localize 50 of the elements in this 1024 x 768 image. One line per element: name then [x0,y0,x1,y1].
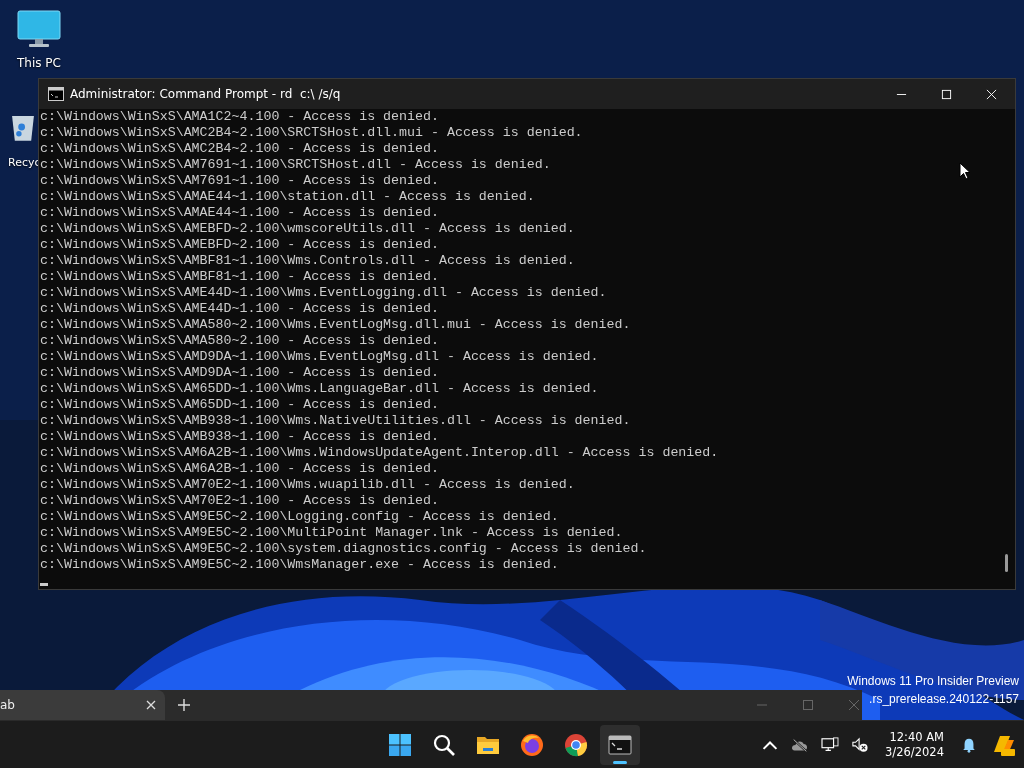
terminal-icon [48,87,64,101]
console-line: c:\Windows\WinSxS\AMA1C2~4.100 - Access is denied. [40,109,440,125]
console-line: c:\Windows\WinSxS\AME44D~1.100\Wms.EventLogging.dll - Access is denied. [40,285,608,301]
taskbar-app[interactable] [600,724,640,765]
console-line: c:\Windows\WinSxS\AMA580~2.100\Wms.EventLogMsg.dll.mui - Access is denied. [40,317,632,333]
chrome-icon [564,732,588,757]
console-line: c:\Windows\WinSxS\AM65DD~1.100 - Access is denied. [40,397,440,413]
scrollbar-thumb[interactable] [1005,554,1008,572]
console-line: c:\Windows\WinSxS\AMBF81~1.100 - Access is denied. [40,269,440,285]
mouse-pointer-icon [959,162,971,180]
terminal-icon [608,732,632,757]
muted-speaker-icon[interactable] [851,736,870,753]
cloud-off-icon[interactable] [791,736,810,753]
console-line: c:\Windows\WinSxS\AM7691~1.100\SRCTSHost.dll - Access is denied. [40,157,552,173]
console-line: c:\Windows\WinSxS\AMB938~1.100\Wms.NativeUtilities.dll - Access is denied. [40,413,632,429]
console-line: c:\Windows\WinSxS\AMEBFD~2.100 - Access is denied. [40,237,440,253]
console-line: c:\Windows\WinSxS\AMC2B4~2.100 - Access is denied. [40,141,440,157]
console-line: c:\Windows\WinSxS\AMBF81~1.100\Wms.Controls.dll - Access is denied. [40,253,576,269]
console-line: c:\Windows\WinSxS\AMAE44~1.100\station.dll - Access is denied. [40,189,536,205]
console-line: c:\Windows\WinSxS\AM6A2B~1.100\Wms.WindowsUpdateAgent.Interop.dll - Access is denied. [40,445,719,461]
console-line: c:\Windows\WinSxS\AMAE44~1.100 - Access is denied. [40,205,440,221]
monitor-icon[interactable] [17,10,61,50]
console-line: c:\Windows\WinSxS\AM7691~1.100 - Access is denied. [40,173,440,189]
console-line: c:\Windows\WinSxS\AM9E5C~2.100\WmsManager.exe - Access is denied. [40,557,560,573]
search-icon [432,732,456,757]
console-line: c:\Windows\WinSxS\AM65DD~1.100\Wms.LanguageBar.dll - Access is denied. [40,381,600,397]
console-line: c:\Windows\WinSxS\AME44D~1.100 - Access is denied. [40,301,440,317]
browser-icon [520,732,544,757]
console-line: c:\Windows\WinSxS\AM9E5C~2.100\system.diagnostics.config - Access is denied. [40,541,648,557]
console-line: c:\Windows\WinSxS\AM6A2B~1.100 - Access is denied. [40,461,440,477]
console-line: c:\Windows\WinSxS\AM70E2~1.100 - Access is denied. [40,493,440,509]
console-line: c:\Windows\WinSxS\AM9E5C~2.100\MultiPoint Manager.lnk - Access is denied. [40,525,624,541]
console-line: c:\Windows\WinSxS\AM9E5C~2.100\Logging.config - Access is denied. [40,509,560,525]
windows-logo-icon [388,732,412,757]
console-line: c:\Windows\WinSxS\AMEBFD~2.100\wmscoreUtils.dll - Access is denied. [40,221,576,237]
clock[interactable]: 12:40 AM 3/26/2024 [885,729,944,760]
watermark-text: Windows 11 Pro Insider Preview [847,673,1019,689]
console-line: c:\Windows\WinSxS\AM70E2~1.100\Wms.wuapilib.dll - Access is denied. [40,477,576,493]
text-cursor [40,583,48,586]
desktop-icon-label[interactable]: This PC [17,56,61,70]
network-icon[interactable] [821,736,840,753]
console-line: c:\Windows\WinSxS\AMD9DA~1.100\Wms.EventLogMsg.dll - Access is denied. [40,349,600,365]
console-line: c:\Windows\WinSxS\AMD9DA~1.100 - Access is denied. [40,365,440,381]
console-line: c:\Windows\WinSxS\AMC2B4~2.100\SRCTSHost.dll.mui - Access is denied. [40,125,584,141]
plus-icon[interactable] [178,699,190,711]
browser-tab[interactable]: ab [0,690,165,720]
console-line: c:\Windows\WinSxS\AMA580~2.100 - Access is denied. [40,333,440,349]
watermark-text: .rs_prerelease.240122-1157 [869,691,1019,707]
console-line: c:\Windows\WinSxS\AMB938~1.100 - Access is denied. [40,429,440,445]
window-title: Administrator: Command Prompt - rd c:\ /s/q [70,87,342,101]
